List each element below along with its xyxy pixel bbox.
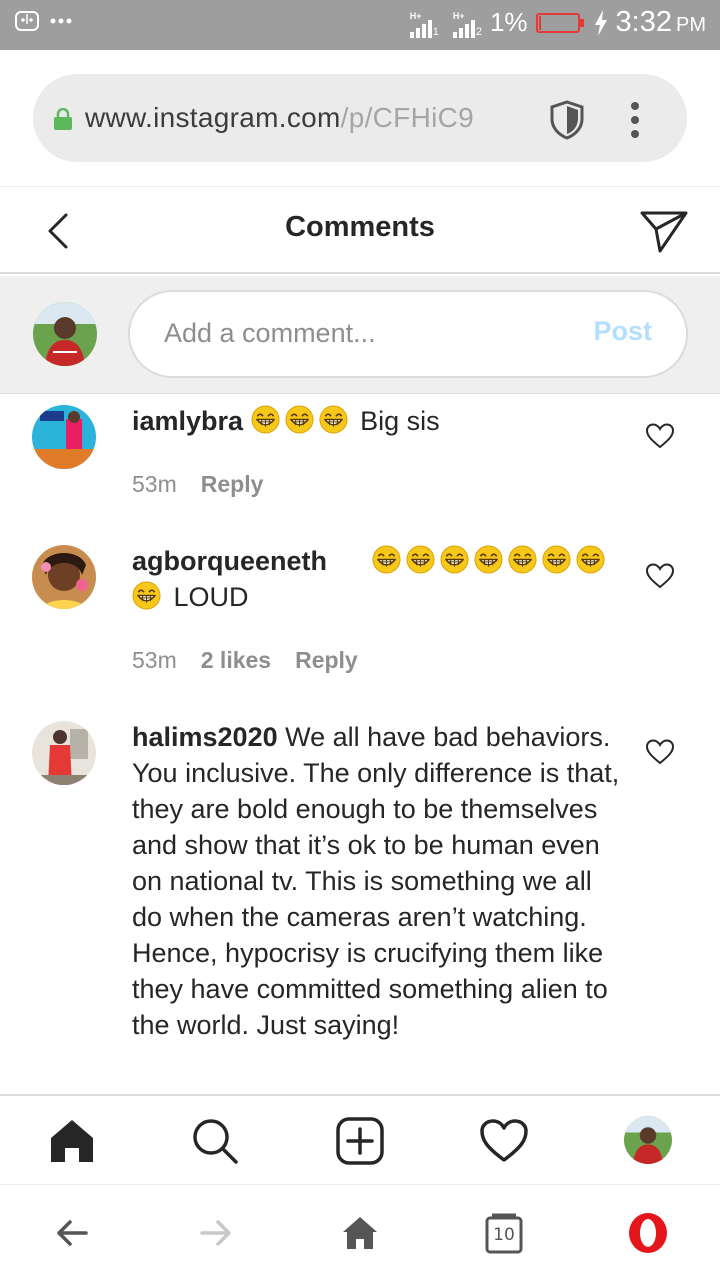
- reply-button[interactable]: Reply: [295, 647, 358, 674]
- comment-content: LOUD: [173, 582, 249, 612]
- clock-ampm: PM: [676, 14, 706, 36]
- comments-header: Comments: [0, 186, 720, 274]
- home-icon[interactable]: [47, 1116, 97, 1166]
- comment-username[interactable]: agborqueeneth: [132, 546, 327, 576]
- grinning-emoji-icon: [251, 405, 280, 434]
- grinning-emoji-icon: [319, 405, 348, 434]
- comment-username[interactable]: iamlybra: [132, 406, 243, 436]
- avatar[interactable]: [32, 545, 96, 609]
- status-bar: H+ 1 H+ 2 1% 3:32 PM: [0, 0, 720, 50]
- comment-time: 53m: [132, 647, 177, 673]
- comment-content: Big sis: [360, 406, 440, 436]
- comment-time: 53m: [132, 471, 177, 497]
- grinning-emoji-icon: [474, 545, 503, 574]
- back-arrow-icon[interactable]: [52, 1213, 92, 1253]
- search-icon[interactable]: [190, 1116, 240, 1166]
- avatar[interactable]: [32, 405, 96, 469]
- grinning-emoji-icon: [285, 405, 314, 434]
- network-type-1: H+: [409, 10, 422, 21]
- overflow-menu-icon[interactable]: [625, 100, 645, 140]
- comment-input[interactable]: Add a comment... Post: [128, 290, 688, 378]
- clock-time: 3:32: [615, 6, 672, 38]
- grinning-emoji-icon: [406, 545, 435, 574]
- likes-count[interactable]: 2 likes: [201, 647, 271, 674]
- avatar: [33, 302, 97, 366]
- grinning-emoji-icon: [372, 545, 401, 574]
- forward-arrow-icon[interactable]: [196, 1213, 236, 1253]
- url-host: www.instagram.com: [85, 102, 341, 133]
- like-heart-icon[interactable]: [646, 423, 674, 449]
- avatar[interactable]: [32, 721, 96, 785]
- comment-content: We all have bad behaviors. You inclusive…: [132, 722, 620, 1040]
- network-type-2: H+: [452, 10, 465, 21]
- browser-bottom-nav: 10: [0, 1184, 720, 1280]
- tabs-count: 10: [493, 1225, 515, 1245]
- comment-meta: 53m Reply: [132, 471, 263, 498]
- grinning-emoji-icon: [132, 581, 161, 610]
- comments-list: iamlybra Big sis 53m Reply agborqueeneth: [0, 395, 720, 1095]
- comment-text: halims2020 We all have bad behaviors. Yo…: [132, 719, 622, 1043]
- comment-text: agborqueeneth LOUD: [132, 543, 622, 615]
- more-notifications-icon: [50, 18, 72, 24]
- browser-home-icon[interactable]: [340, 1213, 380, 1253]
- reply-button[interactable]: Reply: [201, 471, 264, 498]
- page-title: Comments: [285, 211, 435, 243]
- grinning-emoji-icon: [542, 545, 571, 574]
- comment-username[interactable]: halims2020: [132, 722, 278, 752]
- instagram-bottom-nav: [0, 1094, 720, 1184]
- sim-1-label: 1: [432, 25, 439, 38]
- like-heart-icon[interactable]: [646, 739, 674, 765]
- post-button[interactable]: Post: [593, 316, 652, 347]
- sim-2-label: 2: [475, 25, 482, 38]
- url-text[interactable]: www.instagram.com/p/CFHiC9: [85, 98, 563, 138]
- opera-menu-icon[interactable]: [627, 1212, 669, 1254]
- address-bar[interactable]: www.instagram.com/p/CFHiC9: [33, 74, 687, 162]
- shield-icon[interactable]: [545, 98, 589, 142]
- lock-icon: [54, 108, 72, 130]
- profile-avatar[interactable]: [624, 1116, 672, 1164]
- charging-icon: [594, 9, 607, 36]
- grinning-emoji-icon: [576, 545, 605, 574]
- grinning-emoji-icon: [508, 545, 537, 574]
- direct-share-icon[interactable]: [638, 207, 690, 255]
- face-icon: [15, 11, 39, 31]
- emoji-group: [251, 405, 353, 436]
- battery-percent: 1%: [489, 7, 528, 37]
- comment-meta: 53m 2 likes Reply: [132, 647, 358, 674]
- comment-composer: Add a comment... Post: [0, 276, 720, 394]
- url-path: /p/CFHiC9: [340, 102, 475, 133]
- comment-text: iamlybra Big sis: [132, 403, 622, 439]
- grinning-emoji-icon: [440, 545, 469, 574]
- comment-placeholder: Add a comment...: [164, 318, 376, 348]
- tabs-button[interactable]: 10: [484, 1212, 524, 1254]
- like-heart-icon[interactable]: [646, 563, 674, 589]
- new-post-icon[interactable]: [335, 1116, 385, 1166]
- activity-heart-icon[interactable]: [479, 1116, 529, 1166]
- battery-icon: [535, 12, 584, 33]
